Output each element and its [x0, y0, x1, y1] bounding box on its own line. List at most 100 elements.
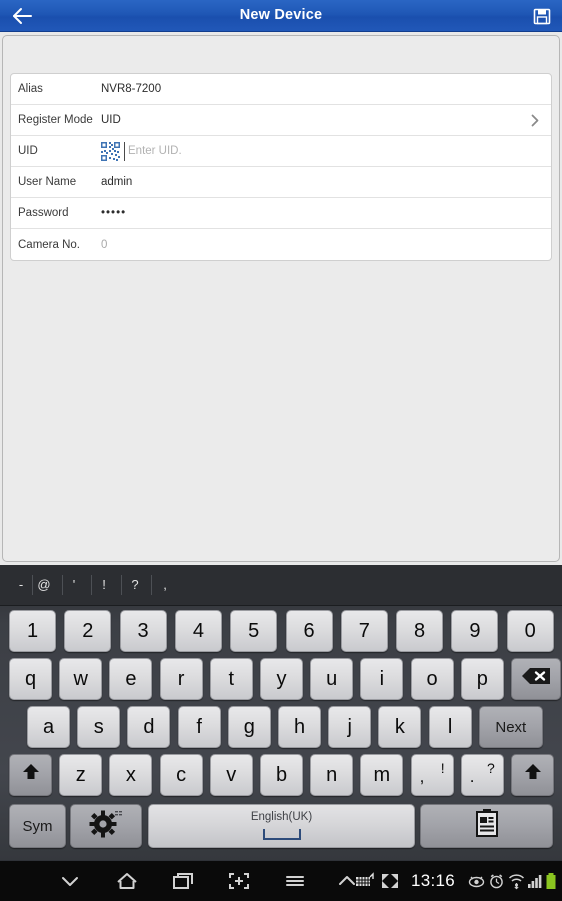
key-label: h	[293, 715, 306, 738]
key-letter-k[interactable]: k	[378, 706, 422, 748]
key-letter-m[interactable]: m	[360, 754, 404, 796]
key-label: o	[426, 667, 438, 690]
recent-apps-icon[interactable]	[170, 870, 196, 892]
screen-capture-icon[interactable]	[226, 870, 252, 892]
key-digit-5[interactable]: 5	[230, 610, 278, 652]
key-letter-v[interactable]: v	[209, 754, 253, 796]
chevron-down-icon[interactable]	[57, 870, 83, 892]
key-label: p	[476, 667, 488, 690]
key-letter-y[interactable]: y	[260, 658, 303, 700]
field-label-uid: UID	[18, 145, 38, 157]
key-letter-l[interactable]: l	[428, 706, 472, 748]
save-floppy-icon[interactable]	[532, 7, 552, 26]
key-digit-3[interactable]: 3	[119, 610, 167, 652]
comma-exclamation-key[interactable]: ,!	[410, 754, 454, 796]
key-letter-s[interactable]: s	[77, 706, 121, 748]
key-letter-n[interactable]: n	[310, 754, 354, 796]
key-label: u	[326, 667, 338, 690]
key-label: Sym	[22, 817, 53, 835]
home-icon[interactable]	[114, 870, 140, 892]
sym-key[interactable]: Sym	[9, 804, 66, 848]
key-label: 4	[192, 619, 204, 642]
key-letter-z[interactable]: z	[59, 754, 103, 796]
key-label: 7	[358, 619, 370, 642]
field-value-register-mode[interactable]: UID	[101, 114, 121, 126]
key-letter-j[interactable]: j	[328, 706, 372, 748]
suggestion-key-5[interactable]: ,	[151, 565, 179, 605]
form-row-uid[interactable]: UID Enter UID.	[11, 136, 551, 167]
suggestion-key-4[interactable]: ?	[121, 565, 149, 605]
backspace-key[interactable]	[511, 658, 561, 700]
device-form-card: Alias NVR8-7200 Register Mode UID UID En…	[10, 73, 552, 261]
shift-right-key[interactable]	[511, 754, 554, 796]
form-row-alias[interactable]: Alias NVR8-7200	[11, 74, 551, 105]
key-digit-7[interactable]: 7	[340, 610, 388, 652]
chevron-right-icon[interactable]	[531, 114, 539, 127]
qr-scan-icon[interactable]	[100, 141, 121, 162]
suggestion-key-3[interactable]: !	[90, 565, 118, 605]
shift-left-key[interactable]	[9, 754, 52, 796]
gear-icon	[86, 808, 126, 844]
key-digit-9[interactable]: 9	[451, 610, 499, 652]
suggestion-key-2[interactable]: '	[60, 565, 88, 605]
key-letter-w[interactable]: w	[59, 658, 103, 700]
key-digit-4[interactable]: 4	[174, 610, 222, 652]
key-letter-i[interactable]: i	[360, 658, 404, 700]
status-clock: 13:16	[411, 871, 456, 890]
key-letter-o[interactable]: o	[410, 658, 454, 700]
field-label-username: User Name	[18, 176, 77, 188]
key-secondary-label: ?	[487, 760, 495, 776]
key-letter-x[interactable]: x	[109, 754, 153, 796]
title-bar: New Device	[0, 0, 562, 32]
form-row-username[interactable]: User Name admin	[11, 167, 551, 198]
key-label: t	[228, 667, 235, 690]
cellular-signal-icon	[527, 872, 543, 890]
key-letter-h[interactable]: h	[278, 706, 321, 748]
settings-key[interactable]	[70, 804, 142, 848]
field-value-camera-no: 0	[101, 238, 108, 251]
field-value-alias[interactable]: NVR8-7200	[101, 83, 161, 95]
next-key[interactable]: Next	[478, 706, 543, 748]
key-letter-d[interactable]: d	[127, 706, 171, 748]
period-question-key[interactable]: .?	[460, 754, 504, 796]
space-key-marks	[262, 829, 301, 840]
key-letter-t[interactable]: t	[209, 658, 253, 700]
form-row-register-mode[interactable]: Register Mode UID	[11, 105, 551, 136]
key-letter-p[interactable]: p	[460, 658, 504, 700]
key-letter-c[interactable]: c	[159, 754, 203, 796]
key-letter-u[interactable]: u	[310, 658, 354, 700]
key-label: y	[276, 667, 287, 690]
key-letter-f[interactable]: f	[177, 706, 221, 748]
form-row-password[interactable]: Password •••••	[11, 198, 551, 229]
suggestion-divider	[121, 575, 122, 595]
key-letter-r[interactable]: r	[159, 658, 203, 700]
key-digit-8[interactable]: 8	[396, 610, 444, 652]
suggestion-divider	[62, 575, 63, 595]
field-label-camera-no: Camera No.	[18, 238, 80, 251]
keyboard-row-bottom: z x c v b n m,!.?	[0, 754, 562, 796]
content-area: Alias NVR8-7200 Register Mode UID UID En…	[0, 32, 562, 565]
key-secondary-label: !	[440, 760, 445, 776]
key-digit-1[interactable]: 1	[9, 610, 56, 652]
key-digit-2[interactable]: 2	[64, 610, 112, 652]
field-value-username[interactable]: admin	[101, 176, 132, 188]
key-digit-6[interactable]: 6	[285, 610, 333, 652]
key-letter-b[interactable]: b	[260, 754, 303, 796]
field-label-alias: Alias	[18, 83, 43, 95]
key-label: k	[394, 715, 405, 738]
space-key[interactable]: English(UK)	[148, 804, 415, 848]
key-letter-q[interactable]: q	[9, 658, 52, 700]
key-letter-e[interactable]: e	[109, 658, 153, 700]
uid-input-placeholder[interactable]: Enter UID.	[128, 145, 182, 157]
key-label: 8	[414, 619, 426, 642]
suggestion-key-1[interactable]: @	[30, 565, 58, 605]
uid-text-caret	[124, 142, 125, 161]
clipboard-key[interactable]	[420, 804, 553, 848]
key-label: 5	[248, 619, 260, 642]
key-digit-0[interactable]: 0	[506, 610, 554, 652]
key-label: 6	[303, 619, 315, 642]
key-letter-g[interactable]: g	[227, 706, 271, 748]
field-value-password[interactable]: •••••	[101, 207, 126, 219]
menu-icon[interactable]	[282, 870, 308, 892]
key-letter-a[interactable]: a	[27, 706, 70, 748]
